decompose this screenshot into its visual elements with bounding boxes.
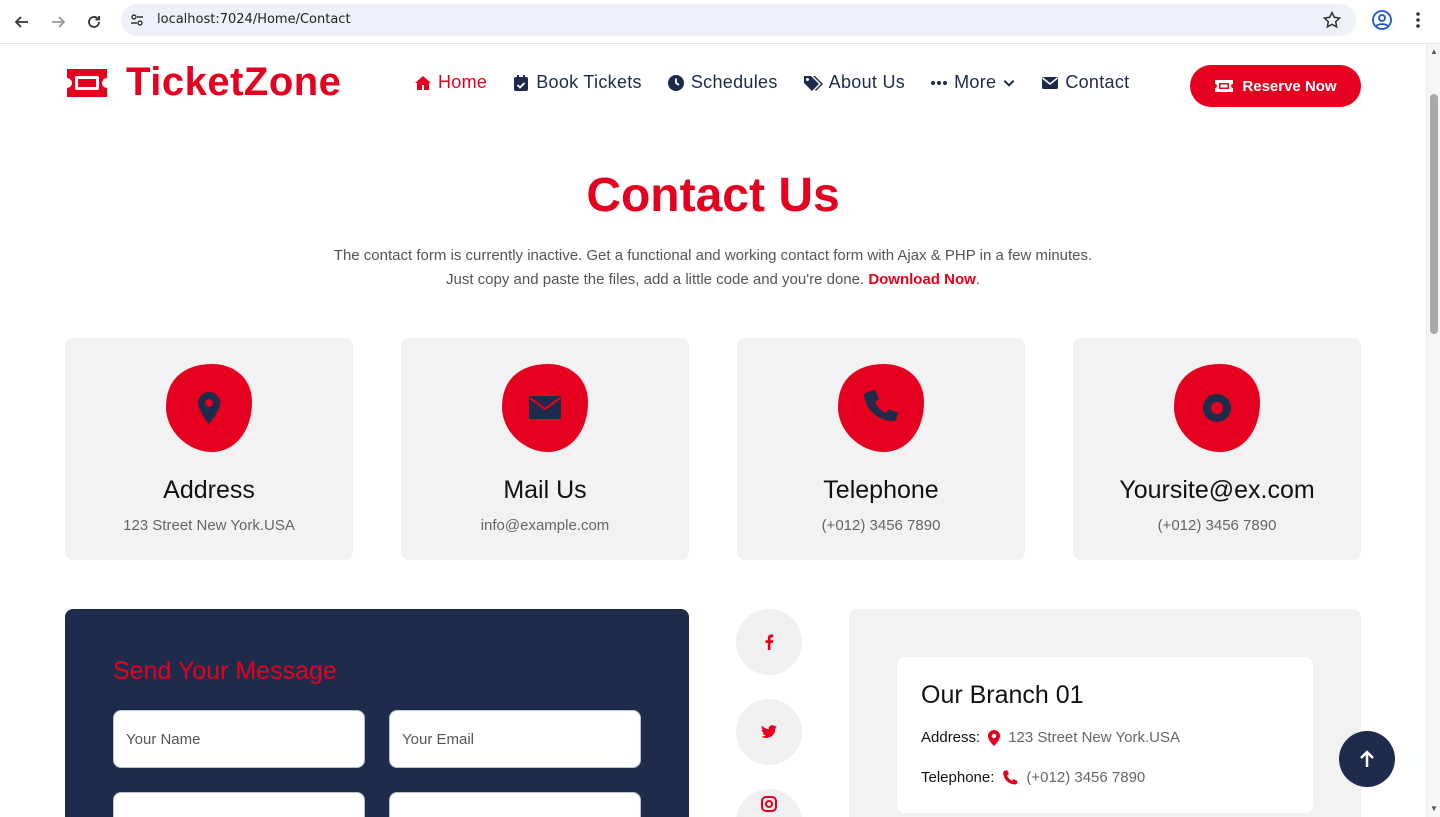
blob-background [502, 364, 588, 452]
nav-label: Home [438, 72, 488, 92]
tags-icon [803, 75, 823, 91]
nav-label: Book Tickets [536, 72, 642, 92]
facebook-button[interactable] [736, 609, 802, 675]
phone-input[interactable] [113, 792, 365, 817]
branch-card: Our Branch 01 Address: 123 Street New Yo… [897, 657, 1313, 813]
nav-label: More [954, 72, 997, 92]
twitter-icon [761, 725, 777, 739]
map-pin-icon [988, 729, 1001, 746]
card-title: Mail Us [503, 476, 587, 504]
branch-address: Address: 123 Street New York.USA [921, 729, 1180, 746]
address-label: Address: [921, 729, 981, 746]
description-text: Just copy and paste the files, add a lit… [446, 271, 865, 288]
profile-icon[interactable] [1371, 9, 1393, 31]
blob-background [838, 364, 924, 452]
card-subtitle: 123 Street New York.USA [123, 517, 295, 534]
ticket-icon [67, 68, 107, 97]
card-title: Telephone [823, 476, 939, 504]
contact-form: Send Your Message Your Name Your Email [65, 609, 689, 817]
main-nav: Home Book Tickets Schedules About Us Mor… [414, 72, 1129, 93]
address-card: Address 123 Street New York.USA [65, 338, 353, 560]
mail-card: Mail Us info@example.com [401, 338, 689, 560]
site-logo[interactable]: TicketZone [64, 60, 341, 105]
blob-background [1174, 364, 1260, 452]
branch-telephone: Telephone: (+012) 3456 7890 [921, 769, 1145, 786]
page-title: Contact Us [586, 169, 840, 222]
nav-label: Contact [1065, 72, 1130, 92]
scroll-thumb[interactable] [1430, 94, 1438, 334]
clock-icon [667, 74, 684, 91]
description-line-2: Just copy and paste the files, add a lit… [0, 268, 1426, 292]
download-now-link[interactable]: Download Now [868, 271, 976, 288]
back-icon[interactable] [8, 8, 36, 36]
blob-background [166, 364, 252, 452]
page-description: The contact form is currently inactive. … [0, 244, 1426, 292]
nav-contact[interactable]: Contact [1041, 72, 1129, 93]
forward-icon[interactable] [44, 8, 72, 36]
ticket-icon [1215, 80, 1234, 92]
scroll-down-arrow[interactable]: ▼ [1430, 805, 1438, 813]
facebook-icon [765, 634, 774, 650]
address-value: 123 Street New York.USA [1008, 729, 1180, 746]
phone-icon [1003, 769, 1018, 784]
address-bar[interactable]: localhost:7024/Home/Contact [121, 4, 1356, 36]
nav-schedules[interactable]: Schedules [667, 72, 778, 93]
email-input[interactable]: Your Email [389, 710, 641, 768]
nav-label: About Us [828, 72, 906, 92]
form-title: Send Your Message [113, 657, 337, 685]
reserve-now-label: Reserve Now [1242, 77, 1337, 95]
nav-label: Schedules [690, 72, 778, 92]
bookmark-star-icon[interactable] [1322, 10, 1342, 30]
chevron-down-icon [1003, 79, 1015, 87]
name-input[interactable]: Your Name [113, 710, 365, 768]
instagram-button[interactable] [736, 789, 802, 817]
arrow-up-icon [1360, 750, 1374, 767]
nav-home[interactable]: Home [414, 72, 487, 93]
browser-menu-icon[interactable] [1408, 9, 1428, 31]
twitter-button[interactable] [736, 699, 802, 765]
logo-text: TicketZone [126, 60, 342, 104]
ellipsis-icon [931, 80, 948, 85]
browser-toolbar: localhost:7024/Home/Contact [0, 0, 1440, 44]
subject-input[interactable] [389, 792, 641, 817]
card-title: Yoursite@ex.com [1119, 476, 1315, 504]
telephone-card: Telephone (+012) 3456 7890 [737, 338, 1025, 560]
nav-about-us[interactable]: About Us [803, 72, 905, 93]
website-card: Yoursite@ex.com (+012) 3456 7890 [1073, 338, 1361, 560]
reload-icon[interactable] [80, 8, 108, 36]
nav-book-tickets[interactable]: Book Tickets [512, 72, 642, 93]
instagram-icon [761, 796, 777, 812]
telephone-label: Telephone: [921, 769, 995, 786]
back-to-top-button[interactable] [1339, 731, 1395, 787]
envelope-icon [529, 396, 561, 419]
url-text: localhost:7024/Home/Contact [157, 12, 351, 27]
scroll-up-arrow[interactable]: ▲ [1430, 48, 1438, 56]
card-subtitle: (+012) 3456 7890 [821, 517, 941, 534]
card-subtitle: info@example.com [480, 517, 610, 534]
description-line-1: The contact form is currently inactive. … [333, 247, 1093, 264]
calendar-check-icon [514, 74, 529, 91]
card-subtitle: (+012) 3456 7890 [1157, 517, 1277, 534]
branch-section: Our Branch 01 Address: 123 Street New Yo… [849, 609, 1361, 817]
telephone-value: (+012) 3456 7890 [1026, 769, 1146, 786]
share-icon [1203, 394, 1231, 422]
card-title: Address [163, 476, 255, 504]
reserve-now-button[interactable]: Reserve Now [1190, 65, 1361, 107]
branch-title: Our Branch 01 [921, 681, 1084, 709]
page-scrollbar[interactable]: ▲ ▼ [1426, 44, 1440, 817]
home-icon [415, 75, 431, 90]
description-period: . [975, 271, 980, 288]
site-info-icon[interactable] [129, 12, 145, 28]
nav-more-dropdown[interactable]: More [930, 72, 1016, 93]
envelope-icon [1042, 76, 1059, 89]
